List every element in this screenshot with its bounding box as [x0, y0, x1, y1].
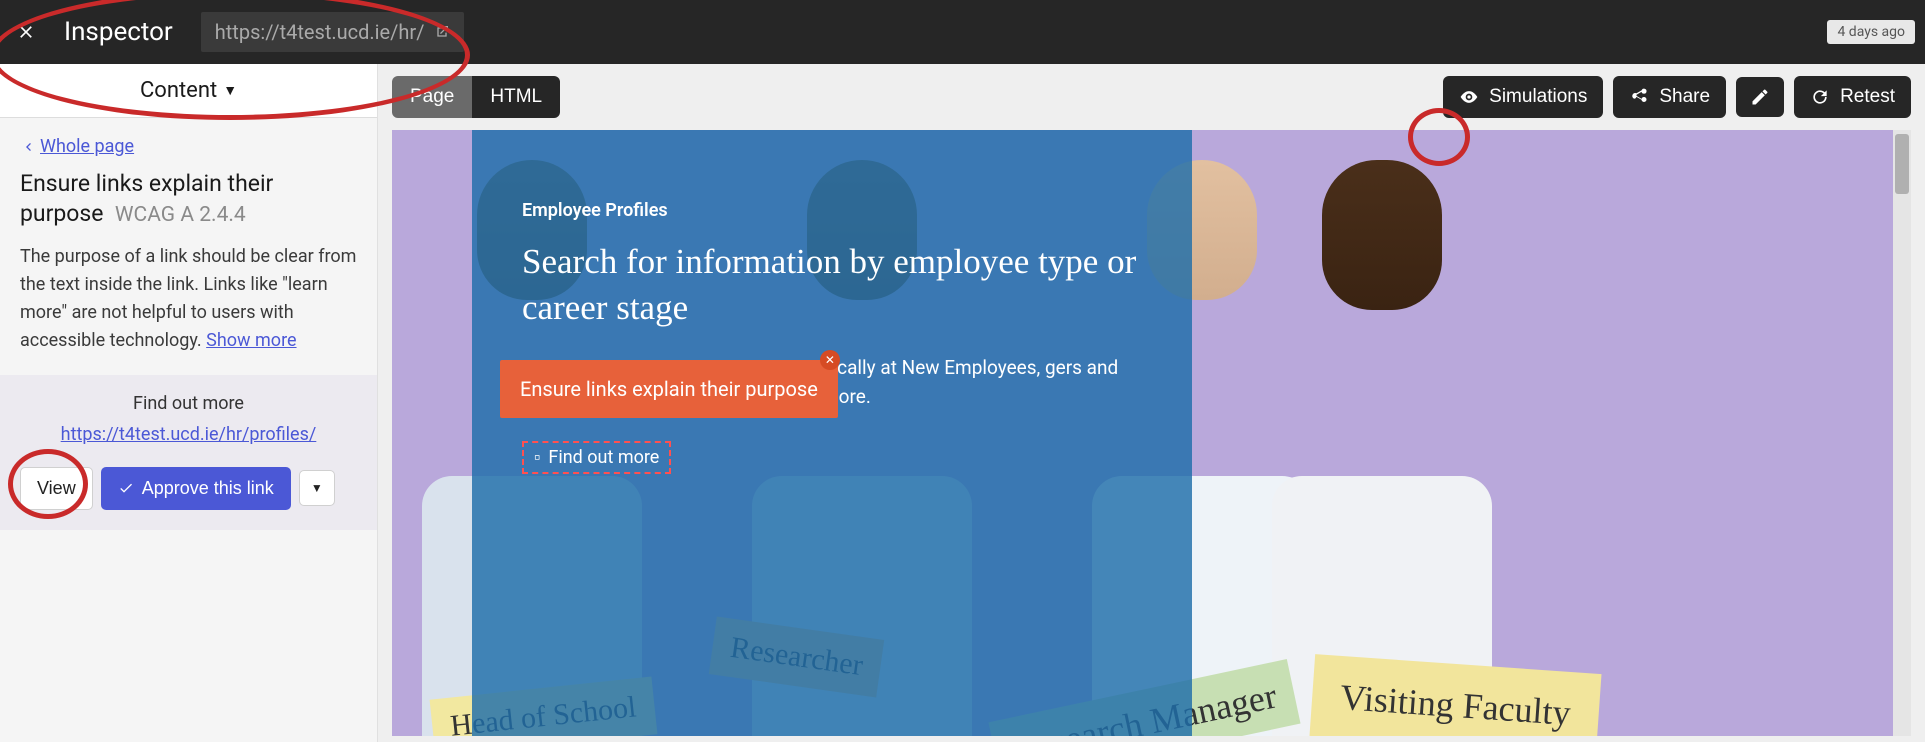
role-card: Visiting Faculty — [1309, 654, 1601, 736]
chevron-left-icon — [20, 139, 36, 155]
approve-link-button[interactable]: Approve this link — [101, 467, 291, 510]
content-tab-label: Content — [140, 78, 217, 103]
share-button[interactable]: Share — [1613, 76, 1726, 118]
rule-description: The purpose of a link should be clear fr… — [20, 243, 357, 355]
chevron-down-icon: ▼ — [223, 82, 237, 99]
page-preview[interactable]: Head of School Researcher Research Manag… — [392, 130, 1911, 736]
timestamp-badge: 4 days ago — [1827, 20, 1915, 44]
eye-icon — [1459, 87, 1479, 107]
check-icon — [118, 480, 134, 496]
overlay-subtext: Ensure links explain their purpose ✕ ifi… — [522, 354, 1142, 411]
inspector-url[interactable]: https://t4test.ucd.ie/hr/ — [201, 12, 465, 52]
approve-dropdown-button[interactable]: ▼ — [299, 470, 335, 506]
show-more-link[interactable]: Show more — [206, 330, 296, 351]
issue-text: Find out more — [20, 393, 357, 414]
overlay-headline: Search for information by employee type … — [522, 239, 1142, 330]
pencil-icon — [1750, 87, 1770, 107]
sidebar: Content ▼ Whole page Ensure links explai… — [0, 64, 378, 742]
view-button[interactable]: View — [20, 467, 93, 510]
chevron-down-icon: ▼ — [311, 481, 323, 495]
view-mode-segment: Page HTML — [392, 76, 560, 118]
inspector-title: Inspector — [64, 17, 173, 47]
simulations-button[interactable]: Simulations — [1443, 76, 1603, 118]
issue-tooltip[interactable]: Ensure links explain their purpose ✕ — [500, 360, 838, 418]
highlighted-link[interactable]: Find out more — [522, 441, 671, 474]
person-figure — [1232, 130, 1532, 736]
page-tab[interactable]: Page — [392, 76, 472, 118]
rule-title: Ensure links explain their purpose WCAG … — [20, 169, 357, 229]
rule-code: WCAG A 2.4.4 — [115, 203, 246, 227]
tooltip-text: Ensure links explain their purpose — [520, 377, 818, 401]
retest-button[interactable]: Retest — [1794, 76, 1911, 118]
close-icon[interactable] — [16, 16, 36, 49]
url-text: https://t4test.ucd.ie/hr/ — [215, 20, 425, 44]
share-icon — [1629, 87, 1649, 107]
hero-overlay: Employee Profiles Search for information… — [472, 130, 1192, 736]
issue-panel: Find out more https://t4test.ucd.ie/hr/p… — [0, 375, 377, 530]
edit-button[interactable] — [1736, 77, 1784, 117]
approve-label: Approve this link — [142, 478, 274, 499]
external-link-icon[interactable] — [434, 24, 450, 40]
preview-pane: Page HTML Simulations Share Retest — [378, 64, 1925, 742]
content-tab[interactable]: Content ▼ — [0, 64, 377, 118]
inspector-topbar: Inspector https://t4test.ucd.ie/hr/ 4 da… — [0, 0, 1925, 64]
scrollbar-thumb[interactable] — [1895, 134, 1909, 194]
close-icon[interactable]: ✕ — [820, 350, 840, 370]
preview-toolbar: Page HTML Simulations Share Retest — [378, 64, 1925, 130]
whole-page-link[interactable]: Whole page — [20, 136, 134, 157]
refresh-icon — [1810, 87, 1830, 107]
issue-url-link[interactable]: https://t4test.ucd.ie/hr/profiles/ — [61, 424, 317, 445]
overlay-subtext-fragment: ifically at New Employees, gers and more… — [822, 354, 1142, 411]
share-label: Share — [1659, 86, 1710, 108]
retest-label: Retest — [1840, 86, 1895, 108]
simulations-label: Simulations — [1489, 86, 1587, 108]
overlay-eyebrow: Employee Profiles — [522, 200, 1142, 221]
whole-page-label: Whole page — [40, 136, 134, 157]
html-tab[interactable]: HTML — [472, 76, 560, 118]
preview-scrollbar[interactable] — [1893, 130, 1911, 736]
